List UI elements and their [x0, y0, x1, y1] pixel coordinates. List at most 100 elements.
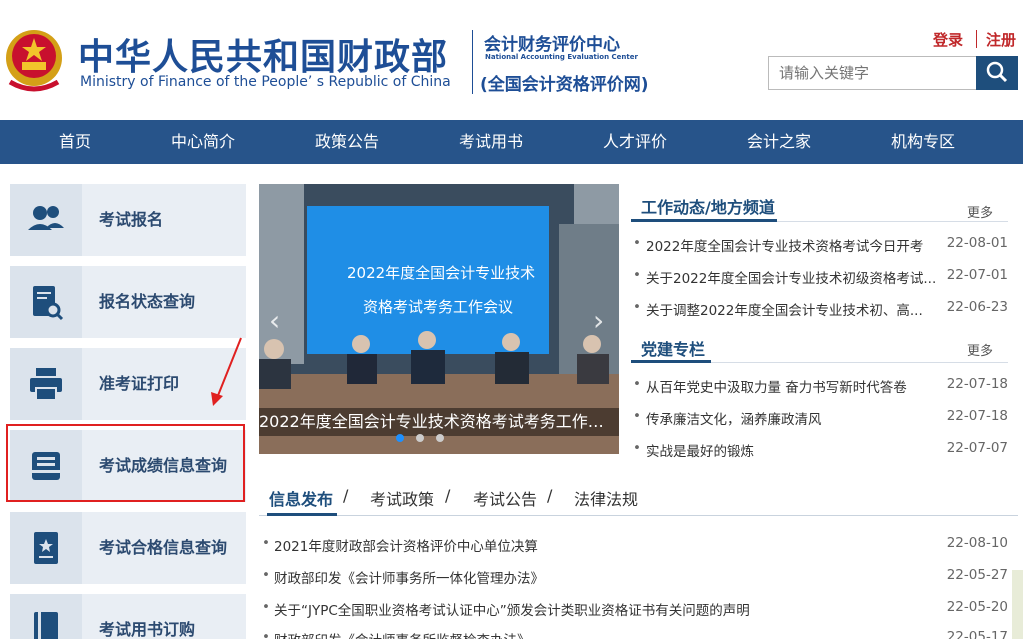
work-news-more-link[interactable]: 更多 [967, 202, 993, 221]
bullet: • [633, 235, 641, 251]
news-item-title: 传承廉洁文化，涵养廉政清风 [646, 412, 822, 428]
bullet: • [262, 535, 270, 551]
work-news-title[interactable]: 工作动态/地方频道 [641, 194, 775, 218]
list-item-title: 财政部印发《会计师事务所一体化管理办法》 [274, 571, 544, 587]
edge-image [1012, 570, 1023, 639]
tab-separator: / [445, 486, 451, 505]
news-item[interactable]: • 关于调整2022年度全国会计专业技术初、高... 22-06-23 [633, 299, 1008, 319]
carousel-dot-2[interactable] [416, 434, 424, 442]
red-arrow-annotation [211, 337, 242, 406]
nav-about[interactable]: 中心简介 [158, 120, 248, 164]
party-news-title[interactable]: 党建专栏 [641, 336, 705, 360]
news-item-title: 关于调整2022年度全国会计专业技术初、高... [646, 303, 923, 319]
ministry-title-en: Ministry of Finance of the People’ s Rep… [80, 74, 451, 90]
nav-books[interactable]: 考试用书 [446, 120, 536, 164]
certificate-icon [34, 532, 58, 564]
bullet: • [262, 599, 270, 615]
users-icon [28, 206, 64, 230]
search-button[interactable] [976, 56, 1018, 90]
carousel-caption[interactable]: 2022年度全国会计专业技术资格考试考务工作视... [259, 408, 619, 436]
news-item[interactable]: • 实战是最好的锻炼 22-07-07 [633, 440, 1008, 460]
news-carousel[interactable]: 2022年度全国会计专业技术 资格考试考务工作会议 ‹ › 2022年度全国会计… [259, 184, 619, 454]
panel-title-underline [631, 219, 777, 222]
nav-talent[interactable]: 人才评价 [590, 120, 680, 164]
highlight-box [6, 424, 245, 502]
party-news-more-link[interactable]: 更多 [967, 340, 993, 359]
carousel-next-icon[interactable]: › [593, 304, 604, 337]
bullet: • [262, 567, 270, 583]
header: 中华人民共和国财政部 Ministry of Finance of the Pe… [0, 0, 1023, 120]
tab-info-release[interactable]: 信息发布 [269, 486, 333, 510]
list-item-title: 关于“JYPC全国职业资格考试认证中心”颁发会计类职业资格证书有关问题的声明 [274, 603, 750, 619]
list-item[interactable]: • 2021年度财政部会计资格评价中心单位决算 22-08-10 [262, 535, 1008, 557]
news-item-date: 22-06-23 [946, 299, 1008, 315]
sidebar-item-label: 准考证打印 [99, 374, 180, 393]
news-item-title: 实战是最好的锻炼 [646, 444, 754, 460]
tab-separator: / [343, 486, 349, 505]
sidebar-item-exam-registration[interactable]: 考试报名 [10, 184, 246, 256]
tab-exam-notice[interactable]: 考试公告 [473, 486, 537, 510]
bullet: • [633, 299, 641, 315]
bullet: • [633, 376, 641, 392]
news-item[interactable]: • 2022年度全国会计专业技术资格考试今日开考 22-08-01 [633, 235, 1008, 255]
center-subtitle: (全国会计资格评价网) [480, 75, 649, 95]
tab-laws[interactable]: 法律法规 [574, 486, 638, 510]
bullet: • [633, 267, 641, 283]
tab-separator: / [547, 486, 553, 505]
news-item[interactable]: • 从百年党史中汲取力量 奋力书写新时代答卷 22-07-18 [633, 376, 1008, 396]
center-title-en: National Accounting Evaluation Center [485, 53, 638, 61]
sidebar-item-registration-status[interactable]: 报名状态查询 [10, 266, 246, 338]
sidebar-item-label: 考试报名 [99, 210, 164, 229]
main-nav: 首页 中心简介 政策公告 考试用书 人才评价 会计之家 机构专区 [0, 120, 1023, 164]
bullet: • [633, 408, 641, 424]
news-item-title: 从百年党史中汲取力量 奋力书写新时代答卷 [646, 380, 907, 396]
printer-icon [30, 368, 62, 401]
list-item-date: 22-05-27 [946, 567, 1008, 583]
document-search-icon [33, 286, 64, 321]
sidebar-item-label: 考试用书订购 [99, 620, 196, 639]
list-item[interactable]: • 关于“JYPC全国职业资格考试认证中心”颁发会计类职业资格证书有关问题的声明… [262, 599, 1008, 621]
nav-institution[interactable]: 机构专区 [878, 120, 968, 164]
slide-screen-line1: 2022年度全国会计专业技术 [347, 264, 536, 282]
search-input[interactable] [768, 56, 976, 90]
active-tab-underline [267, 513, 337, 516]
list-item-title: 2021年度财政部会计资格评价中心单位决算 [274, 539, 538, 555]
sidebar-item-book-order[interactable]: 考试用书订购 [10, 594, 246, 639]
search-icon [986, 61, 1008, 82]
bullet: • [633, 440, 641, 456]
list-item[interactable]: • 财政部印发《会计师事务所一体化管理办法》 22-05-27 [262, 567, 1008, 589]
sidebar-item-label: 报名状态查询 [99, 292, 196, 311]
news-item-date: 22-08-01 [946, 235, 1008, 251]
info-tabs: 信息发布 / 考试政策 / 考试公告 / 法律法规 [259, 484, 1018, 516]
tab-exam-policy[interactable]: 考试政策 [370, 486, 434, 510]
carousel-prev-icon[interactable]: ‹ [269, 304, 280, 337]
nav-policy[interactable]: 政策公告 [302, 120, 392, 164]
news-item[interactable]: • 传承廉洁文化，涵养廉政清风 22-07-18 [633, 408, 1008, 428]
ministry-title-cn: 中华人民共和国财政部 [78, 37, 449, 78]
header-divider [472, 30, 473, 94]
list-item[interactable]: • 财政部印发《会计师事务所监督检查办法》 22-05-17 [262, 629, 1008, 639]
list-item-title: 财政部印发《会计师事务所监督检查办法》 [274, 629, 914, 639]
news-item-date: 22-07-18 [946, 408, 1008, 424]
list-item-date: 22-05-20 [946, 599, 1008, 615]
login-link[interactable]: 登录 [933, 29, 963, 50]
center-title-cn: 会计财务评价中心 [484, 35, 620, 55]
nav-home[interactable]: 首页 [30, 120, 120, 164]
news-item-date: 22-07-18 [946, 376, 1008, 392]
nav-accountant-home[interactable]: 会计之家 [734, 120, 824, 164]
carousel-dot-1[interactable] [396, 434, 404, 442]
list-item-date: 22-05-17 [946, 629, 1008, 639]
news-item[interactable]: • 关于2022年度全国会计专业技术初级资格考试... 22-07-01 [633, 267, 1008, 287]
news-item-title: 2022年度全国会计专业技术资格考试今日开考 [646, 239, 924, 255]
login-divider [976, 30, 977, 48]
sidebar-item-qualification-query[interactable]: 考试合格信息查询 [10, 512, 246, 584]
register-link[interactable]: 注册 [986, 29, 1016, 50]
book-icon [34, 612, 58, 639]
news-item-date: 22-07-01 [946, 267, 1008, 283]
panel-title-underline [631, 360, 711, 363]
news-item-title: 关于2022年度全国会计专业技术初级资格考试... [646, 271, 937, 287]
news-item-date: 22-07-07 [946, 440, 1008, 456]
list-item-date: 22-08-10 [946, 535, 1008, 551]
national-emblem-icon [6, 30, 62, 92]
carousel-dot-3[interactable] [436, 434, 444, 442]
